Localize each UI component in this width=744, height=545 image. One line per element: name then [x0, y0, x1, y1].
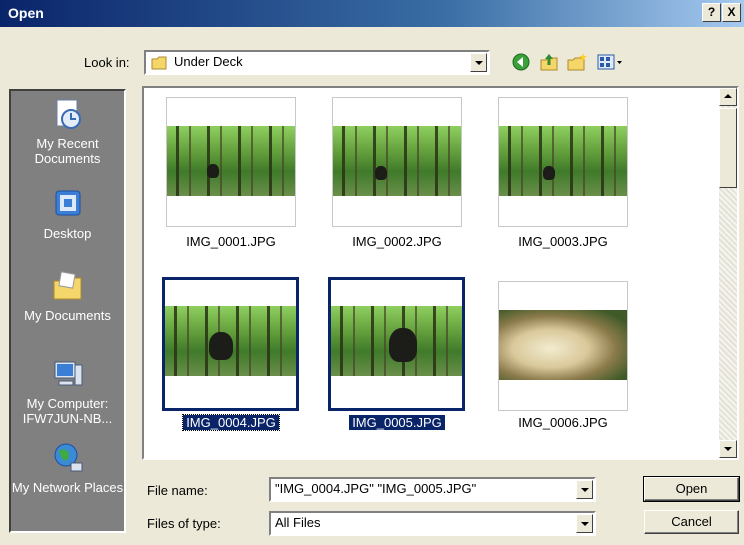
- window-title: Open: [8, 5, 44, 21]
- file-name-label[interactable]: IMG_0006.JPG: [493, 415, 633, 430]
- file-name-dropdown-button[interactable]: [576, 480, 593, 499]
- photo-preview: [165, 306, 296, 376]
- file-name-label[interactable]: IMG_0003.JPG: [493, 234, 633, 249]
- place-my-documents[interactable]: My Documents: [11, 269, 124, 323]
- file-thumbnail[interactable]: [332, 97, 462, 227]
- my-computer-icon: [54, 361, 82, 386]
- back-icon[interactable]: [510, 52, 532, 72]
- folder-icon: [151, 56, 167, 70]
- close-button[interactable]: X: [722, 3, 741, 22]
- file-thumbnail-selected[interactable]: [162, 277, 299, 411]
- file-thumbnail-selected[interactable]: [328, 277, 465, 411]
- look-in-combo[interactable]: Under Deck: [144, 50, 490, 75]
- file-thumbnail[interactable]: [166, 97, 296, 227]
- views-menu-icon[interactable]: [596, 52, 624, 72]
- places-bar: My Recent Documents Desktop My Documents…: [9, 89, 126, 533]
- look-in-label: Look in:: [84, 55, 130, 70]
- vertical-scrollbar[interactable]: [719, 88, 737, 458]
- place-label: Desktop: [43, 226, 92, 241]
- photo-preview: [499, 310, 627, 380]
- file-thumbnail[interactable]: [498, 281, 628, 411]
- file-name-label[interactable]: IMG_0002.JPG: [327, 234, 467, 249]
- file-name-field-label: File name:: [147, 483, 208, 498]
- title-bar[interactable]: Open ? X: [0, 0, 744, 27]
- file-name-combo[interactable]: "IMG_0004.JPG" "IMG_0005.JPG": [269, 477, 596, 502]
- scroll-up-button[interactable]: [719, 88, 737, 106]
- file-type-label: Files of type:: [147, 516, 221, 531]
- help-button[interactable]: ?: [702, 3, 721, 22]
- look-in-value: Under Deck: [174, 54, 243, 69]
- up-folder-icon[interactable]: [538, 52, 560, 72]
- place-label: My Recent Documents: [34, 136, 101, 166]
- file-name-label[interactable]: IMG_0001.JPG: [161, 234, 301, 249]
- scroll-thumb[interactable]: [719, 108, 737, 188]
- file-type-dropdown-button[interactable]: [576, 514, 593, 533]
- file-type-select[interactable]: All Files: [269, 511, 596, 536]
- file-name-label-selected[interactable]: IMG_0004.JPG: [161, 414, 301, 431]
- my-documents-icon: [53, 271, 81, 300]
- network-places-icon: [54, 443, 82, 472]
- desktop-icon: [55, 190, 80, 216]
- place-label: My Computer: IFW7JUN-NB...: [22, 396, 113, 426]
- place-desktop[interactable]: Desktop: [11, 187, 124, 241]
- photo-preview: [333, 126, 461, 196]
- file-name-label-selected[interactable]: IMG_0005.JPG: [327, 415, 467, 430]
- place-my-network-places[interactable]: My Network Places: [11, 441, 124, 495]
- file-type-value: All Files: [275, 515, 321, 530]
- place-my-computer[interactable]: My Computer: IFW7JUN-NB...: [11, 357, 124, 426]
- place-label: My Documents: [24, 308, 111, 323]
- scroll-down-button[interactable]: [719, 440, 737, 458]
- file-thumbnail[interactable]: [498, 97, 628, 227]
- recent-documents-icon: [56, 99, 81, 129]
- file-list[interactable]: IMG_0001.JPG IMG_0002.JPG IMG_0003.JPG I…: [142, 86, 739, 460]
- photo-preview: [499, 126, 627, 196]
- place-label: My Network Places: [11, 480, 124, 495]
- place-my-recent-documents[interactable]: My Recent Documents: [11, 97, 124, 166]
- photo-preview: [331, 306, 462, 376]
- open-button[interactable]: Open: [643, 476, 740, 502]
- look-in-dropdown-button[interactable]: [470, 53, 487, 72]
- file-name-input[interactable]: "IMG_0004.JPG" "IMG_0005.JPG": [275, 481, 476, 496]
- photo-preview: [167, 126, 295, 196]
- new-folder-icon[interactable]: [566, 52, 588, 72]
- cancel-button[interactable]: Cancel: [644, 510, 739, 534]
